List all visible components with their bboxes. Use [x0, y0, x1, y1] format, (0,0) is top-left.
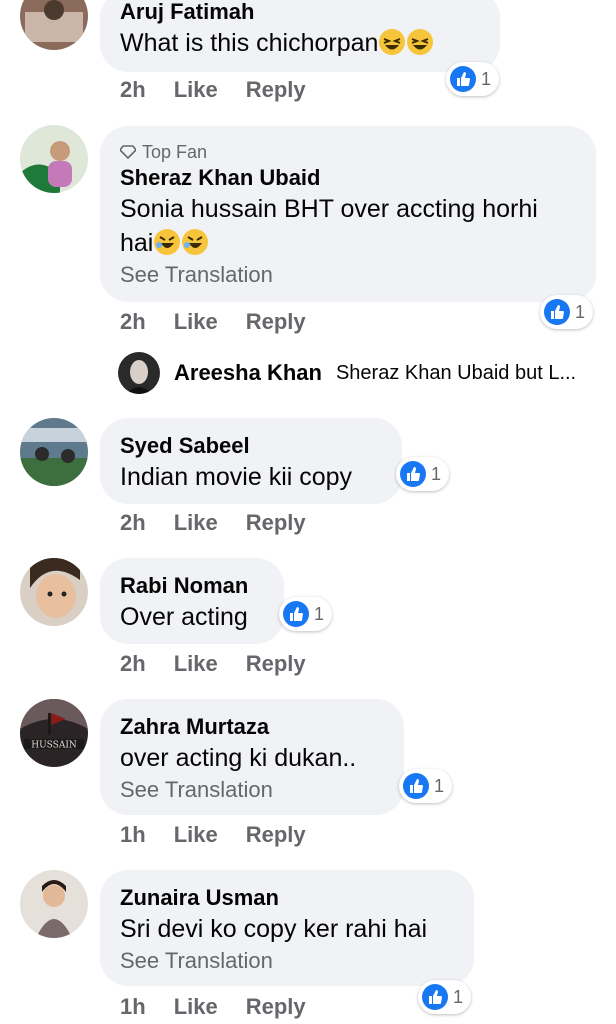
reply-button[interactable]: Reply — [246, 510, 306, 536]
comment-actions: 2h Like Reply — [120, 510, 306, 536]
like-button[interactable]: Like — [174, 651, 218, 677]
comment-actions: 2h Like Reply — [120, 77, 306, 103]
laughing-emoji-icon — [379, 29, 406, 55]
reply-preview[interactable]: Areesha Khan Sheraz Khan Ubaid but L... — [118, 352, 576, 394]
comment-author[interactable]: Zunaira Usman — [120, 884, 454, 912]
comment-bubble: Top Fan Sheraz Khan Ubaid Sonia hussain … — [100, 126, 596, 302]
like-reaction-icon — [544, 299, 570, 325]
avatar-syed[interactable] — [20, 418, 88, 486]
comment-bubble: Syed Sabeel Indian movie kii copy — [100, 418, 402, 504]
comment-actions: 1h Like Reply — [120, 822, 306, 848]
reaction-count[interactable]: 1 — [396, 457, 450, 491]
like-reaction-icon — [283, 601, 309, 627]
like-button[interactable]: Like — [174, 309, 218, 335]
rofl-emoji-icon — [154, 229, 181, 255]
comment-bubble: Aruj Fatimah What is this chichorpan — [100, 0, 500, 72]
comment-author[interactable]: Sheraz Khan Ubaid — [120, 164, 576, 192]
like-button[interactable]: Like — [174, 994, 218, 1020]
comment-time[interactable]: 2h — [120, 510, 146, 536]
comment-text-content: hai — [120, 229, 154, 257]
comment-time[interactable]: 2h — [120, 651, 146, 677]
reaction-count[interactable]: 1 — [279, 597, 333, 631]
reply-author[interactable]: Areesha Khan — [174, 360, 322, 386]
top-fan-badge: Top Fan — [120, 140, 576, 164]
comment-text: Over acting — [120, 603, 248, 631]
diamond-icon — [120, 145, 136, 159]
laughing-emoji-icon — [407, 29, 434, 55]
comment-author[interactable]: Aruj Fatimah — [120, 0, 480, 26]
like-reaction-icon — [403, 773, 429, 799]
reaction-count-text: 1 — [431, 463, 442, 484]
reply-button[interactable]: Reply — [246, 651, 306, 677]
comment-author[interactable]: Rabi Noman — [120, 572, 264, 600]
reply-snippet: Sheraz Khan Ubaid but L... — [335, 361, 577, 384]
comment-author[interactable]: Zahra Murtaza — [120, 713, 384, 741]
like-reaction-icon — [422, 984, 448, 1010]
reaction-count[interactable]: 1 — [418, 980, 472, 1014]
avatar-zahra[interactable]: HUSSAIN — [20, 699, 88, 767]
see-translation-link[interactable]: See Translation — [120, 260, 576, 290]
avatar-aruj[interactable] — [20, 0, 88, 50]
see-translation-link[interactable]: See Translation — [120, 775, 384, 805]
like-reaction-icon — [450, 66, 476, 92]
comment-actions: 2h Like Reply — [120, 651, 306, 677]
avatar-zunaira[interactable] — [20, 870, 88, 938]
comment-time[interactable]: 2h — [120, 309, 146, 335]
comment-text: over acting ki dukan.. — [120, 744, 357, 772]
like-button[interactable]: Like — [174, 510, 218, 536]
like-button[interactable]: Like — [174, 822, 218, 848]
comment-text-content: What is this chichorpan — [120, 29, 379, 57]
comment-actions: 2h Like Reply — [120, 309, 306, 335]
reaction-count-text: 1 — [481, 68, 492, 89]
comment-text: Indian movie kii copy — [120, 463, 353, 491]
reaction-count[interactable]: 1 — [540, 295, 594, 329]
comment-time[interactable]: 2h — [120, 77, 146, 103]
top-fan-label: Top Fan — [142, 142, 208, 162]
comment-text-line2: hai — [120, 226, 576, 260]
comment-time[interactable]: 1h — [120, 994, 146, 1020]
reaction-count[interactable]: 1 — [446, 62, 500, 96]
comment-bubble: Rabi Noman Over acting — [100, 558, 284, 644]
reaction-count-text: 1 — [575, 301, 586, 322]
reaction-count-text: 1 — [314, 603, 325, 624]
comment-text: What is this chichorpan — [120, 26, 480, 60]
comment-bubble: Zunaira Usman Sri devi ko copy ker rahi … — [100, 870, 474, 986]
reply-button[interactable]: Reply — [246, 994, 306, 1020]
avatar-sheraz[interactable] — [20, 125, 88, 193]
reaction-count-text: 1 — [453, 986, 464, 1007]
reply-button[interactable]: Reply — [246, 309, 306, 335]
avatar-rabi[interactable] — [20, 558, 88, 626]
svg-text:HUSSAIN: HUSSAIN — [31, 741, 77, 751]
comment-text: Sri devi ko copy ker rahi hai — [120, 915, 428, 943]
comment-actions: 1h Like Reply — [120, 994, 306, 1020]
reply-button[interactable]: Reply — [246, 77, 306, 103]
comment-text: Sonia hussain BHT over accting horhi — [120, 195, 538, 223]
comment-bubble: Zahra Murtaza over acting ki dukan.. See… — [100, 699, 404, 815]
reaction-count-text: 1 — [434, 775, 445, 796]
like-reaction-icon — [400, 461, 426, 487]
comment-time[interactable]: 1h — [120, 822, 146, 848]
reaction-count[interactable]: 1 — [399, 769, 453, 803]
see-translation-link[interactable]: See Translation — [120, 946, 454, 976]
reply-button[interactable]: Reply — [246, 822, 306, 848]
avatar-areesha — [118, 352, 160, 394]
rofl-emoji-icon — [182, 229, 209, 255]
like-button[interactable]: Like — [174, 77, 218, 103]
comment-author[interactable]: Syed Sabeel — [120, 432, 382, 460]
